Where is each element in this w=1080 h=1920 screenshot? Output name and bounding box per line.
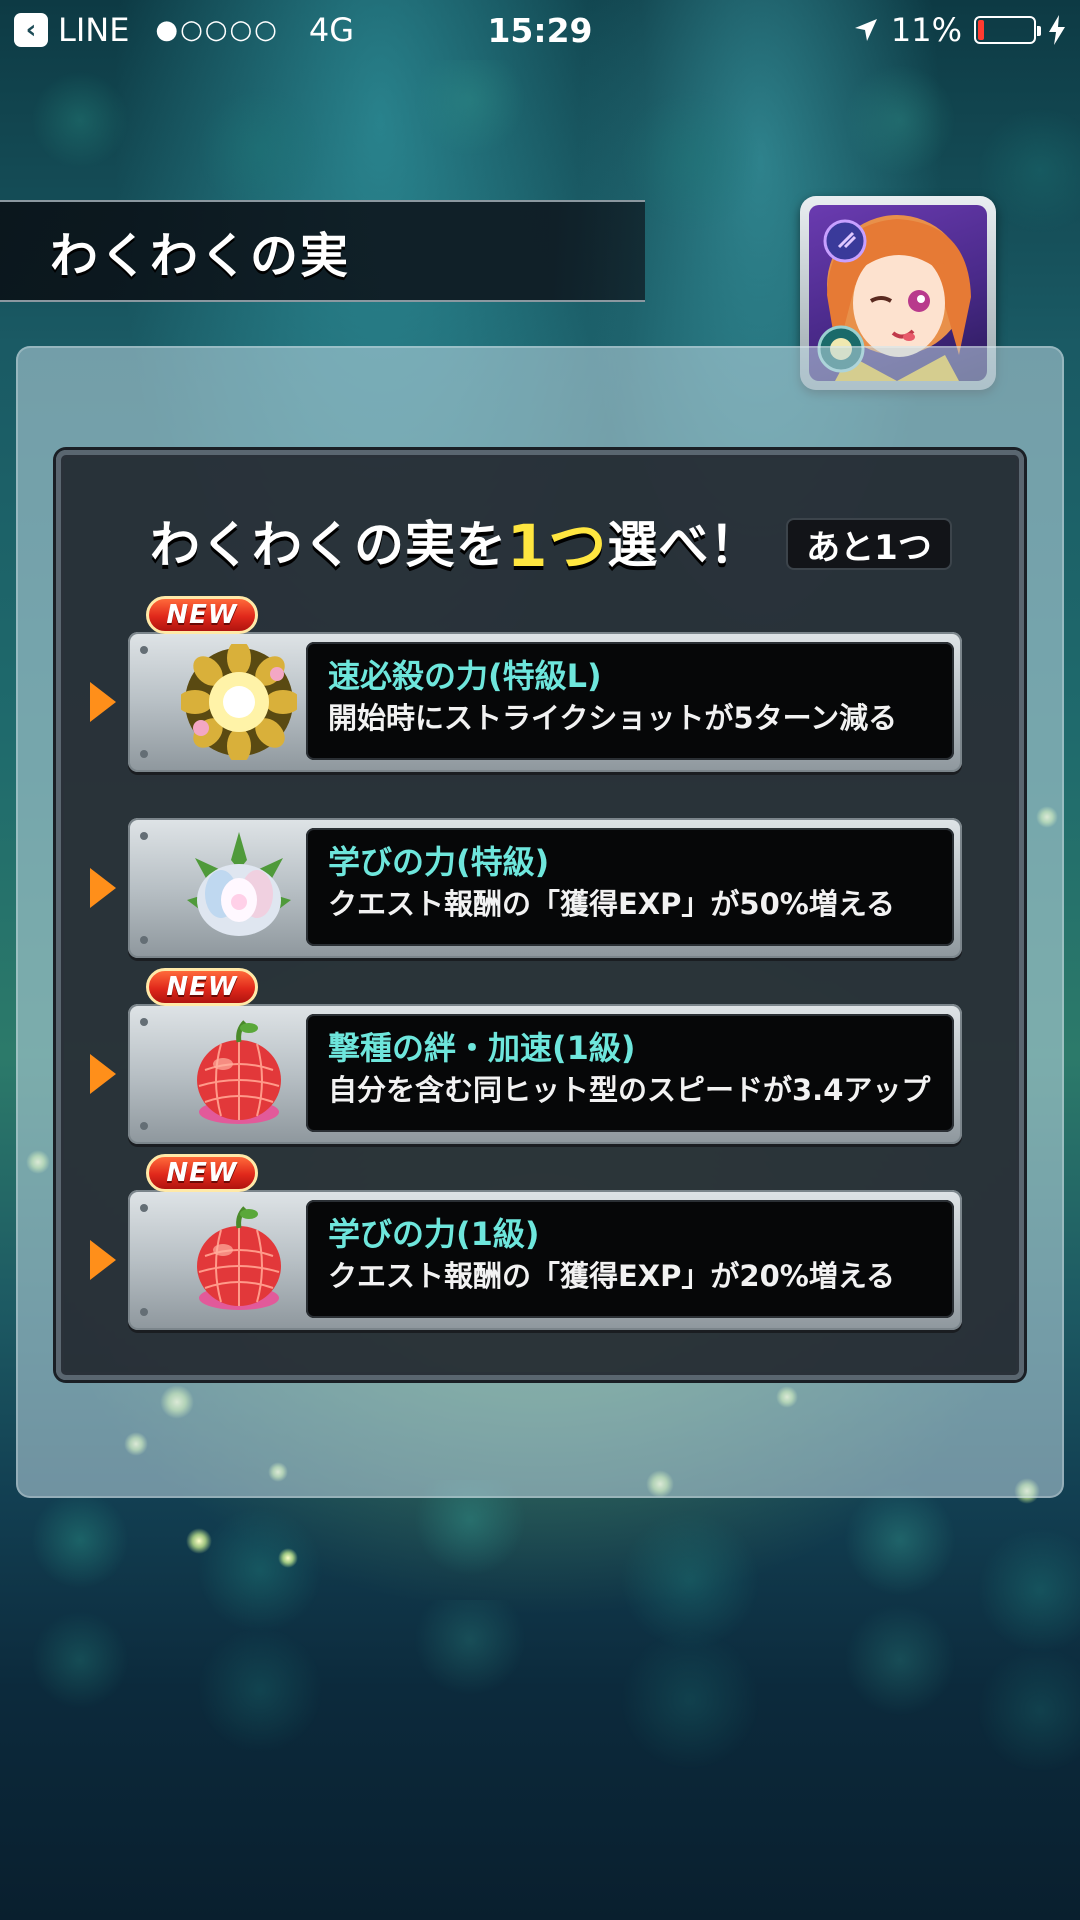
new-badge: NEW (146, 596, 258, 634)
red-fruit-icon (180, 1016, 298, 1132)
red-fruit-icon (180, 1202, 298, 1318)
back-to-app-button[interactable]: ‹ LINE (14, 11, 129, 49)
title-banner: わくわくの実 (0, 200, 645, 302)
signal-strength: ●○○○○ (155, 15, 279, 45)
foliage-bottom (0, 1480, 1080, 1680)
charging-bolt-icon (1049, 15, 1065, 45)
choice-text-box: 学びの力(特級) クエスト報酬の「獲得EXP」が50%増える (306, 828, 954, 946)
fruit-name: 速必殺の力(特級L) (328, 657, 602, 695)
heading-number: 1つ (507, 512, 608, 580)
firefly (186, 1528, 212, 1554)
fruit-name: 学びの力(特級) (328, 843, 550, 881)
fruit-description: 自分を含む同ヒット型のスピードが3.4アップ (328, 1073, 931, 1107)
golden-flower-fruit-icon (180, 644, 298, 760)
rivet (140, 646, 148, 654)
choice-text-box: 速必殺の力(特級L) 開始時にストライクショットが5ターン減る (306, 642, 954, 760)
rivet (140, 1122, 148, 1130)
heading-suffix: 選べ！ (607, 516, 761, 574)
back-app-label: LINE (58, 11, 130, 49)
dialog-heading: わくわくの実を 1つ 選べ！ (150, 506, 761, 580)
rivet (140, 936, 148, 944)
rivet (140, 1308, 148, 1316)
status-bar: ‹ LINE ●○○○○ 4G 15:29 11% (0, 0, 1080, 60)
choice-text-box: 学びの力(1級) クエスト報酬の「獲得EXP」が20%増える (306, 1200, 954, 1318)
selection-arrow-icon (90, 1054, 116, 1094)
fruit-choice[interactable]: 撃種の絆・加速(1級) 自分を含む同ヒット型のスピードが3.4アップ NEW (90, 968, 966, 1144)
crystal-lotus-fruit-icon (180, 830, 298, 946)
selection-arrow-icon (90, 1240, 116, 1280)
choice-card[interactable]: 学びの力(1級) クエスト報酬の「獲得EXP」が20%増える (128, 1190, 962, 1330)
fruit-name: 学びの力(1級) (328, 1215, 540, 1253)
battery-level-fill (978, 20, 984, 40)
selection-arrow-icon (90, 682, 116, 722)
page-title: わくわくの実 (50, 228, 351, 284)
fruit-choice[interactable]: 速必殺の力(特級L) 開始時にストライクショットが5ターン減る NEW (90, 596, 966, 772)
back-chevron-icon: ‹ (14, 13, 48, 47)
choice-card[interactable]: 速必殺の力(特級L) 開始時にストライクショットが5ターン減る (128, 632, 962, 772)
fruit-description: クエスト報酬の「獲得EXP」が50%増える (328, 887, 895, 921)
firefly (278, 1548, 298, 1568)
heading-prefix: わくわくの実を (150, 516, 507, 574)
choice-card[interactable]: 学びの力(特級) クエスト報酬の「獲得EXP」が50%増える (128, 818, 962, 958)
location-arrow-icon (854, 19, 877, 41)
fruit-description: 開始時にストライクショットが5ターン減る (328, 701, 898, 735)
new-badge: NEW (146, 968, 258, 1006)
selection-arrow-icon (90, 868, 116, 908)
rivet (140, 1018, 148, 1026)
rivet (140, 750, 148, 758)
foliage-bottom-2 (0, 1600, 1080, 1820)
fruit-description: クエスト報酬の「獲得EXP」が20%増える (328, 1259, 895, 1293)
fruit-choice[interactable]: 学びの力(特級) クエスト報酬の「獲得EXP」が50%増える (90, 818, 966, 958)
network-type: 4G (308, 11, 355, 49)
remaining-count-badge: あと1つ (786, 518, 952, 570)
battery-percent: 11% (890, 11, 962, 49)
fruit-name: 撃種の絆・加速(1級) (328, 1029, 636, 1067)
fruit-choice[interactable]: 学びの力(1級) クエスト報酬の「獲得EXP」が20%増える NEW (90, 1154, 966, 1330)
rivet (140, 832, 148, 840)
choice-text-box: 撃種の絆・加速(1級) 自分を含む同ヒット型のスピードが3.4アップ (306, 1014, 954, 1132)
choice-card[interactable]: 撃種の絆・加速(1級) 自分を含む同ヒット型のスピードが3.4アップ (128, 1004, 962, 1144)
rivet (140, 1204, 148, 1212)
new-badge: NEW (146, 1154, 258, 1192)
battery-icon (974, 16, 1041, 44)
